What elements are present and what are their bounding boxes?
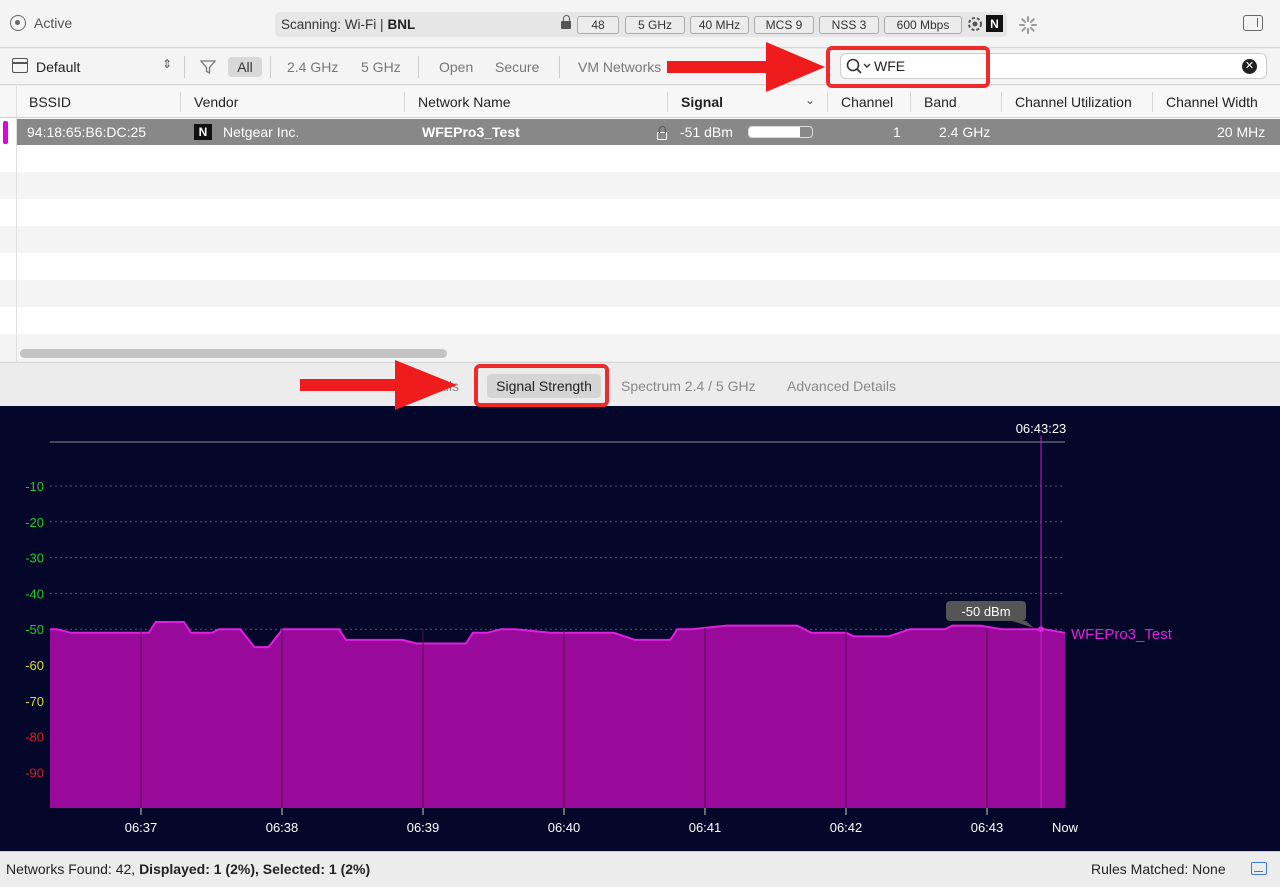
divider xyxy=(184,56,185,78)
series-area xyxy=(50,622,1065,808)
y-tick-label: -90 xyxy=(25,765,44,780)
column-bssid[interactable]: BSSID xyxy=(29,94,71,110)
displayed-selected: Displayed: 1 (2%), Selected: 1 (2%) xyxy=(139,861,371,877)
x-tick-label: 06:41 xyxy=(689,820,722,835)
wifi-settings-icon xyxy=(968,17,982,31)
empty-row xyxy=(0,253,1280,280)
cursor-time-label: 06:43:23 xyxy=(1016,421,1067,436)
profile-select[interactable]: Default xyxy=(36,59,80,75)
filter-open[interactable]: Open xyxy=(439,59,473,75)
tooltip-value-label: -50 dBm xyxy=(961,604,1010,619)
sidebar-toggle-icon[interactable] xyxy=(1243,15,1263,31)
rules-matched: Rules Matched: None xyxy=(1091,861,1226,877)
y-tick-label: -30 xyxy=(25,551,44,566)
tooltip-pointer xyxy=(1012,621,1034,628)
cell-signal: -51 dBm xyxy=(680,124,733,140)
mcs-pill: MCS 9 xyxy=(754,16,814,34)
series-name-label: WFEPro3_Test xyxy=(1071,626,1173,643)
netgear-logo-icon: N xyxy=(986,15,1003,32)
networks-found: Networks Found: 42, xyxy=(6,861,136,877)
red-arrow-annotation xyxy=(667,42,825,92)
cell-channel: 1 xyxy=(893,124,901,140)
empty-row xyxy=(0,145,1280,172)
row-color-indicator xyxy=(3,121,8,144)
x-tick-label: 06:42 xyxy=(830,820,863,835)
column-divider xyxy=(1001,92,1002,112)
cursor-point xyxy=(1038,626,1044,633)
filter-all[interactable]: All xyxy=(228,57,262,77)
rate-pill: 600 Mbps xyxy=(884,16,962,34)
divider xyxy=(270,56,271,78)
empty-row xyxy=(0,307,1280,334)
cell-band: 2.4 GHz xyxy=(939,124,991,140)
x-tick-label: 06:43 xyxy=(971,820,1004,835)
column-divider xyxy=(180,92,181,112)
x-tick-label: 06:38 xyxy=(266,820,299,835)
lock-icon xyxy=(561,15,571,29)
empty-row xyxy=(0,226,1280,253)
band-pill: 5 GHz xyxy=(625,16,685,34)
filter-2-4ghz[interactable]: 2.4 GHz xyxy=(287,59,338,75)
loading-spinner-icon xyxy=(1019,16,1037,34)
clear-search-icon[interactable]: ✕ xyxy=(1242,59,1257,74)
active-toggle[interactable]: Active xyxy=(10,15,72,31)
column-channel[interactable]: Channel xyxy=(841,94,893,110)
y-tick-label: -10 xyxy=(25,479,44,494)
column-network-name[interactable]: Network Name xyxy=(418,94,511,110)
column-vendor[interactable]: Vendor xyxy=(194,94,238,110)
scan-status-text: Scanning: Wi-Fi | xyxy=(281,17,384,32)
filter-vm-networks[interactable]: VM Networks xyxy=(578,59,661,75)
nss-pill: NSS 3 xyxy=(819,16,879,34)
window-icon xyxy=(12,58,28,73)
chart-svg: -10 -20 -30 -40 -50 -60 -70 -80 -90 06:37 06:38 06:… xyxy=(25,421,1173,835)
y-tick-label: -70 xyxy=(25,694,44,709)
channel-pill: 48 xyxy=(577,16,619,34)
empty-row xyxy=(0,280,1280,307)
x-tick-label: Now xyxy=(1052,820,1079,835)
x-tick-label: 06:39 xyxy=(407,820,440,835)
y-tick-label: -80 xyxy=(25,730,44,745)
tab-highlight-box xyxy=(474,364,609,407)
panel-toggle-icon[interactable] xyxy=(1251,862,1267,875)
target-icon xyxy=(10,15,26,31)
cell-bssid: 94:18:65:B6:DC:25 xyxy=(27,124,147,140)
width-pill: 40 MHz xyxy=(690,16,749,34)
lock-icon xyxy=(656,126,667,140)
scan-ssid: BNL xyxy=(387,17,416,32)
column-divider xyxy=(1152,92,1153,112)
empty-row xyxy=(0,199,1280,226)
search-highlight-box xyxy=(826,46,990,88)
column-channel-utilization[interactable]: Channel Utilization xyxy=(1015,94,1132,110)
x-tick-label: 06:37 xyxy=(125,820,158,835)
y-tick-label: -40 xyxy=(25,586,44,601)
red-arrow-annotation xyxy=(300,360,457,410)
column-band[interactable]: Band xyxy=(924,94,957,110)
tab-advanced-details[interactable]: Advanced Details xyxy=(787,378,896,394)
chevron-updown-icon[interactable]: ⇕ xyxy=(162,57,172,71)
filter-icon[interactable] xyxy=(200,59,216,75)
cell-vendor: Netgear Inc. xyxy=(223,124,300,140)
divider xyxy=(418,56,419,78)
signal-strength-chart: -10 -20 -30 -40 -50 -60 -70 -80 -90 06:37 06:38 06:… xyxy=(0,406,1280,851)
filter-5ghz[interactable]: 5 GHz xyxy=(361,59,401,75)
divider xyxy=(559,56,560,78)
column-signal[interactable]: Signal xyxy=(681,94,723,110)
cell-network-name: WFEPro3_Test xyxy=(422,124,520,140)
netgear-logo-icon: N xyxy=(194,124,212,140)
signal-bar-fill xyxy=(749,127,800,137)
tab-spectrum[interactable]: Spectrum 2.4 / 5 GHz xyxy=(621,378,756,394)
y-tick-label: -50 xyxy=(25,622,44,637)
column-channel-width[interactable]: Channel Width xyxy=(1166,94,1258,110)
y-tick-label: -20 xyxy=(25,515,44,530)
empty-row xyxy=(0,172,1280,199)
status-summary: Networks Found: 42, Displayed: 1 (2%), S… xyxy=(6,861,370,877)
column-divider xyxy=(910,92,911,112)
cell-channel-width: 20 MHz xyxy=(1217,124,1266,140)
x-tick-label: 06:40 xyxy=(548,820,581,835)
column-divider xyxy=(404,92,405,112)
y-tick-label: -60 xyxy=(25,658,44,673)
active-label: Active xyxy=(34,15,73,31)
filter-secure[interactable]: Secure xyxy=(495,59,539,75)
